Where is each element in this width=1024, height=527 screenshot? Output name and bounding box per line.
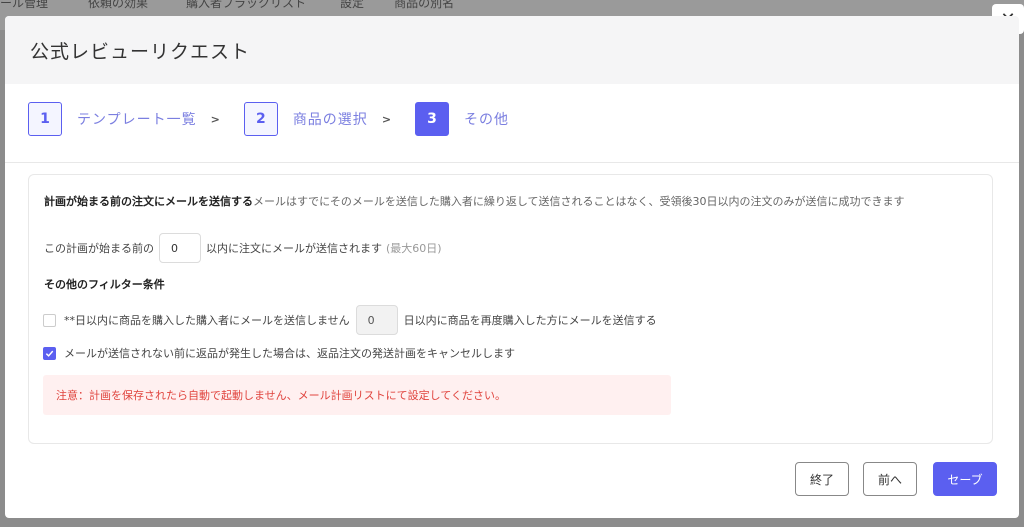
step-other[interactable]: 3 その他 bbox=[415, 102, 509, 136]
filter-return-cancel-label: メールが送信されない前に返品が発生した場合は、返品注文の発送計画をキャンセルしま… bbox=[64, 347, 515, 360]
chevron-right-icon: > bbox=[210, 112, 220, 126]
days-suffix: 以内に注文にメールが送信されます bbox=[206, 242, 382, 255]
save-button[interactable]: セーブ bbox=[933, 462, 997, 496]
review-request-modal: 公式レビューリクエスト 1 テンプレート一覧 > 2 商品の選択 > 3 その他… bbox=[5, 16, 1019, 518]
condition-heading: 計画が始まる前の注文にメールを送信する bbox=[44, 195, 253, 208]
step-number: 2 bbox=[243, 102, 278, 136]
prev-button[interactable]: 前へ bbox=[863, 462, 917, 496]
step-label: 商品の選択 bbox=[292, 112, 368, 128]
modal-title: 公式レビューリクエスト bbox=[30, 40, 251, 63]
step-template-list[interactable]: 1 テンプレート一覧 bbox=[28, 102, 197, 136]
repurchase-days-input[interactable] bbox=[355, 305, 398, 335]
step-number: 3 bbox=[415, 102, 450, 136]
days-row: この計画が始まる前の 以内に注文にメールが送信されます (最大60日) bbox=[44, 233, 442, 263]
warning-notice: 注意：計画を保存されたら自動で起動しません、メール計画リストにて設定してください… bbox=[43, 375, 671, 415]
days-input[interactable] bbox=[159, 233, 201, 263]
filter-repurchase-suffix: 日以内に商品を再度購入した方にメールを送信する bbox=[403, 314, 657, 327]
step-label: その他 bbox=[464, 112, 510, 128]
stepper: 1 テンプレート一覧 > 2 商品の選択 > 3 その他 bbox=[28, 102, 509, 136]
step-number: 1 bbox=[28, 102, 62, 136]
other-filters-title: その他のフィルター条件 bbox=[44, 278, 165, 291]
step-product-select[interactable]: 2 商品の選択 bbox=[243, 102, 368, 136]
days-max-note: (最大60日) bbox=[386, 242, 442, 255]
filter-return-cancel: メールが送信されない前に返品が発生した場合は、返品注文の発送計画をキャンセルしま… bbox=[43, 345, 515, 361]
settings-panel: 計画が始まる前の注文にメールを送信するメールはすでにそのメールを送信した購入者に… bbox=[28, 174, 993, 444]
filter-repurchase: **日以内に商品を購入した購入者にメールを送信しません 日以内に商品を再度購入し… bbox=[43, 305, 657, 335]
filter-return-cancel-checkbox[interactable] bbox=[43, 346, 56, 360]
chevron-right-icon: > bbox=[381, 112, 392, 126]
divider bbox=[5, 162, 1019, 163]
check-icon bbox=[45, 350, 54, 357]
end-button[interactable]: 終了 bbox=[795, 462, 849, 496]
step-label: テンプレート一覧 bbox=[77, 112, 197, 128]
send-condition: 計画が始まる前の注文にメールを送信するメールはすでにそのメールを送信した購入者に… bbox=[44, 193, 905, 209]
filter-repurchase-checkbox[interactable] bbox=[43, 313, 56, 327]
modal-footer: 終了 前へ セーブ bbox=[795, 462, 997, 496]
modal-header: 公式レビューリクエスト bbox=[5, 16, 1019, 84]
condition-note: メールはすでにそのメールを送信した購入者に繰り返して送信されることはなく、受領後… bbox=[253, 195, 905, 208]
filter-repurchase-prefix: **日以内に商品を購入した購入者にメールを送信しません bbox=[64, 314, 350, 327]
days-prefix: この計画が始まる前の bbox=[44, 242, 154, 255]
